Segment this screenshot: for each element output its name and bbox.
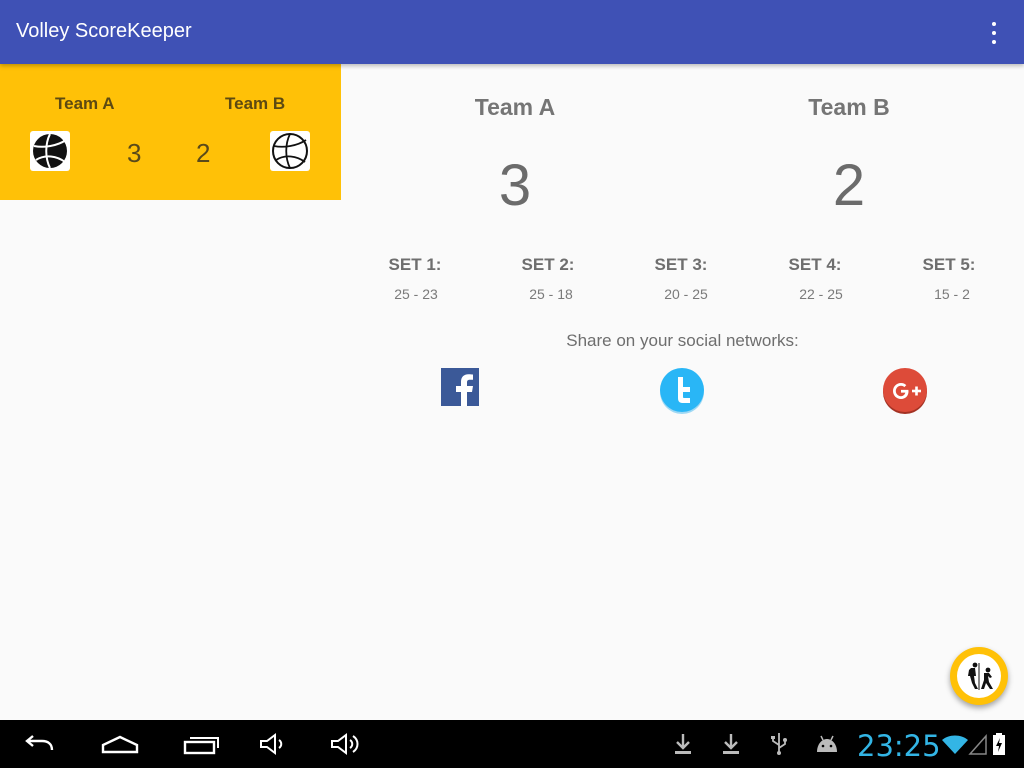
facebook-icon[interactable] [441, 368, 479, 411]
share-label: Share on your social networks: [566, 331, 799, 350]
download-icon [720, 732, 742, 761]
app-bar: Volley ScoreKeeper [0, 0, 1024, 64]
signal-icon [968, 732, 988, 761]
download-icon [672, 732, 694, 761]
system-navigation-bar: 23:25 [0, 720, 1024, 768]
volume-up-icon[interactable] [329, 732, 363, 761]
set-1-score: 25 - 23 [394, 286, 438, 302]
usb-icon [768, 732, 790, 761]
battery-charging-icon [992, 732, 1006, 761]
team-b-volleyball-icon [270, 131, 310, 171]
wifi-icon [941, 732, 969, 761]
set-3-score: 20 - 25 [664, 286, 708, 302]
summary-team-a-name: Team A [55, 94, 115, 113]
summary-team-b-name: Team B [225, 94, 286, 113]
set-4-score: 22 - 25 [799, 286, 843, 302]
status-clock: 23:25 [857, 729, 941, 763]
twitter-icon[interactable] [659, 368, 705, 419]
android-debug-icon [814, 732, 840, 761]
home-icon[interactable] [100, 732, 140, 761]
team-b-score: 2 [832, 153, 866, 218]
set-2-score: 25 - 18 [529, 286, 573, 302]
google-plus-icon[interactable] [882, 368, 928, 419]
team-a-score: 3 [498, 153, 532, 218]
score-summary-panel: Team A Team B 3 2 [0, 64, 341, 200]
overflow-menu-icon[interactable] [984, 22, 1004, 44]
set-5-label: SET 5: [922, 255, 976, 274]
team-b-name: Team B [808, 94, 890, 120]
app-title: Volley ScoreKeeper [16, 20, 192, 42]
team-a-volleyball-icon [30, 131, 70, 171]
recent-apps-icon[interactable] [182, 732, 220, 761]
team-a-name: Team A [474, 94, 556, 120]
set-4-label: SET 4: [788, 255, 842, 274]
volleyball-players-icon [957, 654, 1001, 698]
volume-down-icon[interactable] [258, 732, 290, 761]
match-detail: Team A Team B 3 2 SET 1: 25 - 23 SET 2: … [341, 64, 1024, 720]
new-match-fab[interactable] [950, 647, 1008, 705]
summary-team-a-sets: 3 [127, 138, 142, 168]
summary-team-b-sets: 2 [196, 138, 211, 168]
back-icon[interactable] [22, 732, 58, 761]
set-3-label: SET 3: [654, 255, 708, 274]
set-5-score: 15 - 2 [934, 286, 970, 302]
set-1-label: SET 1: [388, 255, 442, 274]
set-2-label: SET 2: [521, 255, 575, 274]
